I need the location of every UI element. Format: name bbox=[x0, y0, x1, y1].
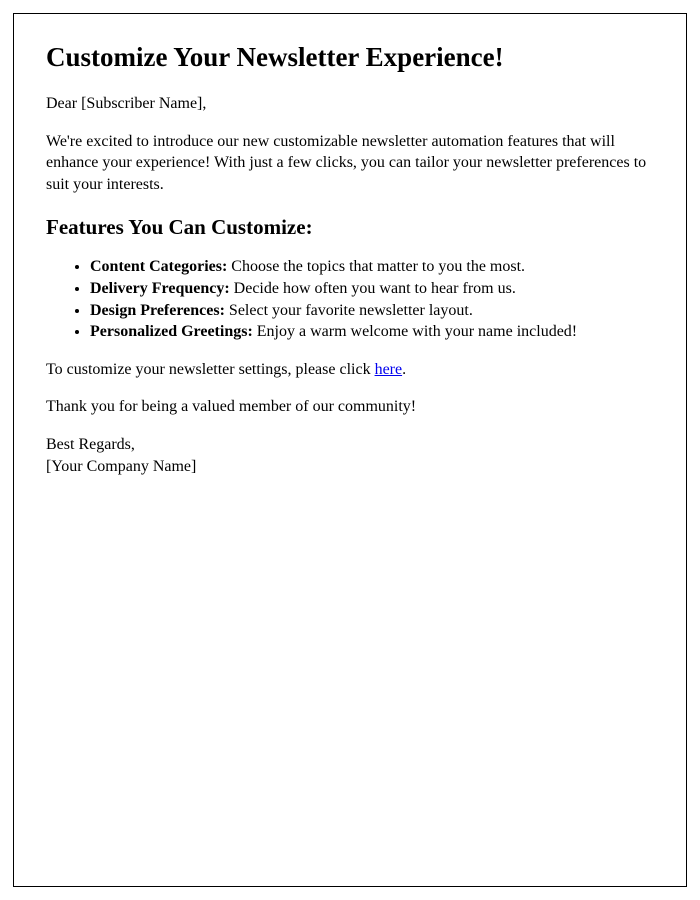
page-title: Customize Your Newsletter Experience! bbox=[46, 42, 654, 73]
feature-desc: Enjoy a warm welcome with your name incl… bbox=[253, 323, 577, 340]
signoff-line: [Your Company Name] bbox=[46, 456, 654, 478]
feature-desc: Choose the topics that matter to you the… bbox=[227, 258, 525, 275]
feature-label: Content Categories: bbox=[90, 258, 227, 275]
list-item: Design Preferences: Select your favorite… bbox=[90, 300, 654, 322]
feature-label: Delivery Frequency: bbox=[90, 280, 230, 297]
list-item: Content Categories: Choose the topics th… bbox=[90, 256, 654, 278]
features-heading: Features You Can Customize: bbox=[46, 215, 654, 240]
signoff-line: Best Regards, bbox=[46, 434, 654, 456]
cta-link[interactable]: here bbox=[375, 361, 403, 378]
list-item: Personalized Greetings: Enjoy a warm wel… bbox=[90, 321, 654, 343]
signoff-block: Best Regards, [Your Company Name] bbox=[46, 434, 654, 477]
greeting-line: Dear [Subscriber Name], bbox=[46, 93, 654, 115]
feature-label: Design Preferences: bbox=[90, 302, 225, 319]
document-container: Customize Your Newsletter Experience! De… bbox=[13, 13, 687, 887]
intro-paragraph: We're excited to introduce our new custo… bbox=[46, 131, 654, 196]
cta-suffix: . bbox=[402, 361, 406, 378]
cta-paragraph: To customize your newsletter settings, p… bbox=[46, 359, 654, 381]
list-item: Delivery Frequency: Decide how often you… bbox=[90, 278, 654, 300]
feature-desc: Select your favorite newsletter layout. bbox=[225, 302, 473, 319]
features-list: Content Categories: Choose the topics th… bbox=[90, 256, 654, 342]
feature-label: Personalized Greetings: bbox=[90, 323, 253, 340]
thankyou-paragraph: Thank you for being a valued member of o… bbox=[46, 396, 654, 418]
feature-desc: Decide how often you want to hear from u… bbox=[230, 280, 516, 297]
cta-prefix: To customize your newsletter settings, p… bbox=[46, 361, 375, 378]
